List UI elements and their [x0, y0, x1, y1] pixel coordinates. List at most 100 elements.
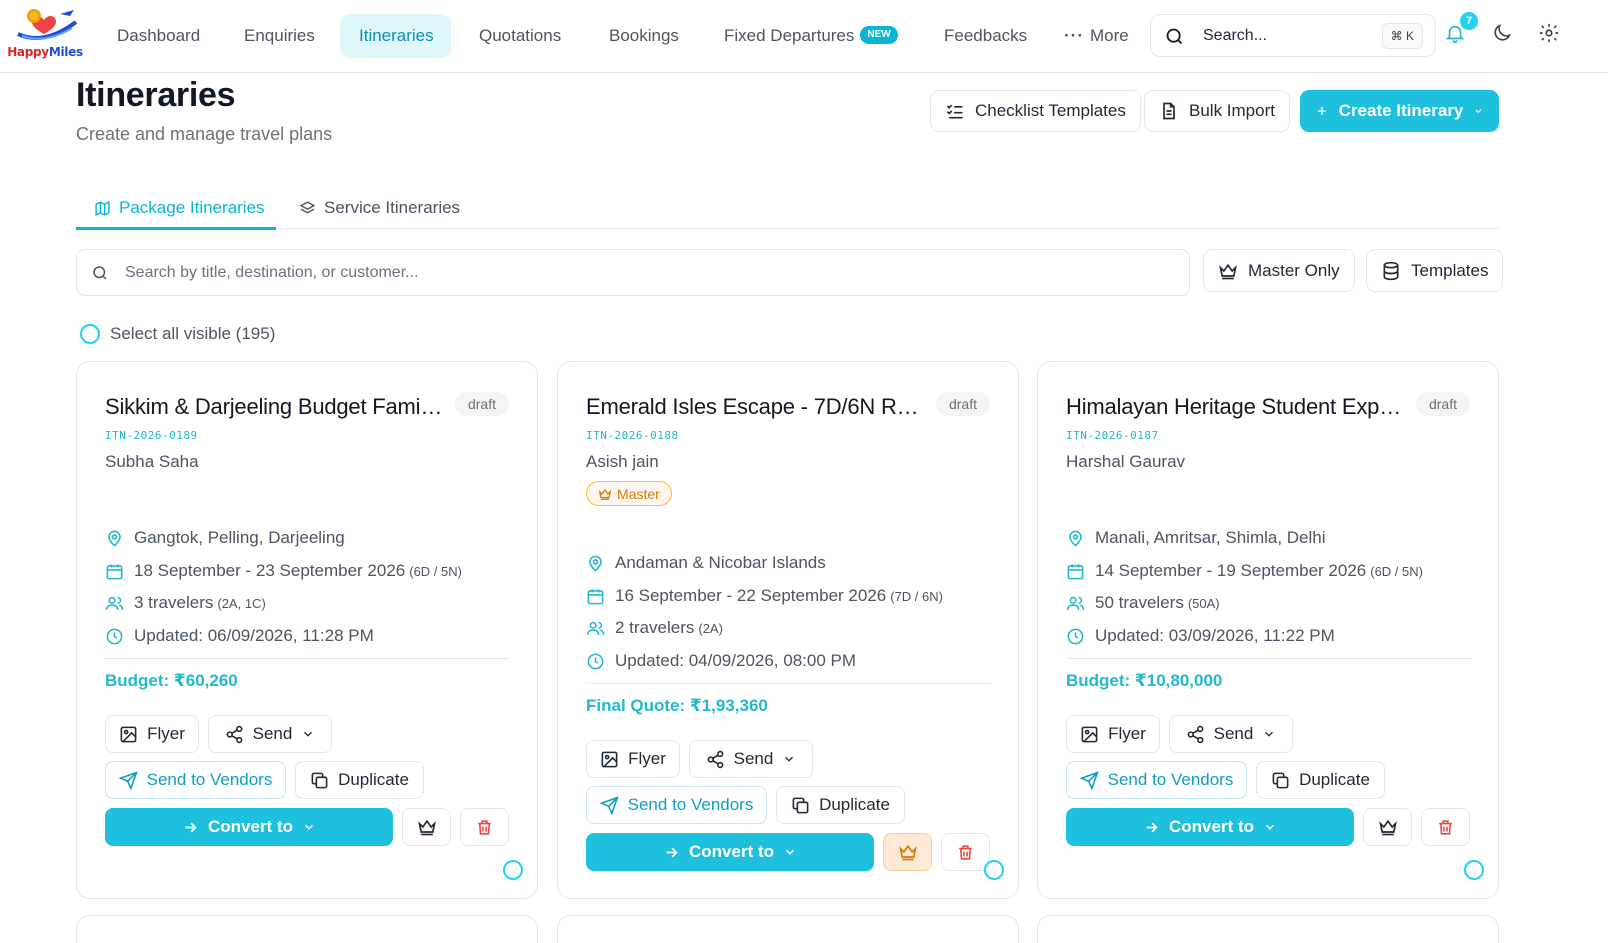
flyer-label: Flyer — [1108, 724, 1146, 743]
itinerary-card[interactable]: Himalayan Heritage Student Exped... draf… — [1037, 361, 1499, 899]
duplicate-label: Duplicate — [819, 795, 890, 814]
calendar-icon — [1067, 563, 1084, 579]
arrow-right-icon — [666, 847, 678, 857]
chevron-down-icon — [304, 731, 313, 737]
itinerary-search-input[interactable]: Search by title, destination, or custome… — [76, 249, 1190, 296]
map-pin-icon — [1069, 530, 1082, 547]
dates-text: 14 September - 19 September 2026 — [1095, 561, 1367, 580]
tab-package-itineraries[interactable]: Package Itineraries — [94, 188, 265, 228]
nav-itineraries[interactable]: Itineraries — [340, 14, 451, 58]
master-only-button[interactable]: Master Only — [1203, 249, 1355, 292]
select-all-checkbox[interactable]: Select all visible (195) — [80, 324, 275, 344]
image-icon — [1081, 726, 1098, 742]
file-icon — [1163, 102, 1175, 120]
settings-button[interactable] — [1538, 22, 1564, 48]
itinerary-title[interactable]: Himalayan Heritage Student Exped... — [1066, 394, 1406, 420]
mark-master-button[interactable] — [1363, 808, 1412, 846]
trash-icon — [1439, 819, 1452, 835]
convert-to-button[interactable]: Convert to — [1066, 808, 1354, 846]
search-icon — [93, 266, 107, 280]
map-pin-icon — [589, 555, 602, 572]
nav-more[interactable]: ··· More — [1045, 14, 1148, 58]
send-label: Send — [733, 749, 774, 768]
dates-row: 14 September - 19 September 2026 (6D / 5N… — [1066, 561, 1423, 581]
send-button[interactable]: Send — [1169, 715, 1293, 753]
flyer-button[interactable]: Flyer — [105, 715, 199, 753]
more-dots-icon: ··· — [1064, 26, 1084, 45]
nav-dashboard[interactable]: Dashboard — [98, 14, 219, 58]
send-to-vendors-label: Send to Vendors — [627, 795, 754, 814]
destinations-text: Andaman & Nicobar Islands — [615, 553, 826, 572]
users-icon — [586, 621, 605, 635]
nav-enquiries[interactable]: Enquiries — [225, 14, 334, 58]
itinerary-card[interactable]: Emerald Isles Escape - 7D/6N Relax... dr… — [557, 361, 1019, 899]
card-select-checkbox[interactable] — [984, 860, 1004, 880]
chevron-down-icon — [1475, 109, 1482, 114]
itinerary-title[interactable]: Emerald Isles Escape - 7D/6N Relax... — [586, 394, 926, 420]
dates-row: 16 September - 22 September 2026 (7D / 6N… — [586, 586, 943, 606]
duplicate-button[interactable]: Duplicate — [295, 761, 424, 799]
create-itinerary-button[interactable]: Create Itinerary — [1300, 90, 1499, 132]
send-to-vendors-button[interactable]: Send to Vendors — [1066, 761, 1247, 799]
send-button[interactable]: Send — [208, 715, 332, 753]
unmark-master-button[interactable] — [883, 833, 932, 871]
checklist-templates-button[interactable]: Checklist Templates — [930, 90, 1141, 132]
tab-service-itineraries[interactable]: Service Itineraries — [299, 188, 460, 228]
delete-button[interactable] — [1421, 808, 1470, 846]
delete-button[interactable] — [460, 808, 509, 846]
send-to-vendors-button[interactable]: Send to Vendors — [586, 786, 767, 824]
delete-button[interactable] — [941, 833, 990, 871]
card-select-checkbox[interactable] — [1464, 860, 1484, 880]
arrow-right-icon — [185, 822, 197, 832]
send-to-vendors-button[interactable]: Send to Vendors — [105, 761, 286, 799]
travelers-breakdown: (2A, 1C) — [217, 596, 266, 611]
chevron-down-icon — [786, 849, 794, 855]
copy-icon — [311, 772, 328, 788]
destinations-text: Manali, Amritsar, Shimla, Delhi — [1095, 528, 1326, 547]
travelers-row: 50 travelers (50A) — [1066, 593, 1220, 613]
customer-name: Harshal Gaurav — [1066, 452, 1186, 471]
card-select-checkbox[interactable] — [503, 860, 523, 880]
budget-amount: Budget: ₹10,80,000 — [1066, 671, 1223, 690]
flyer-button[interactable]: Flyer — [586, 740, 680, 778]
flyer-button[interactable]: Flyer — [1066, 715, 1160, 753]
chevron-down-icon — [1266, 824, 1274, 830]
travelers-row: 3 travelers (2A, 1C) — [105, 593, 266, 613]
convert-to-button[interactable]: Convert to — [586, 833, 874, 871]
clock-icon — [106, 628, 123, 644]
status-badge: draft — [935, 392, 990, 416]
destinations-row: Gangtok, Pelling, Darjeeling — [105, 528, 345, 548]
send-button[interactable]: Send — [689, 740, 813, 778]
notification-count-badge: 7 — [1460, 12, 1478, 30]
travelers-breakdown: (2A) — [698, 621, 723, 636]
nav-bookings[interactable]: Bookings — [590, 14, 698, 58]
global-search[interactable]: Search... ⌘ K — [1150, 14, 1436, 57]
final-quote-amount: Final Quote: ₹1,93,360 — [586, 696, 768, 715]
plus-icon — [1317, 107, 1326, 115]
customer-name: Subha Saha — [105, 452, 199, 471]
itinerary-card[interactable]: Sikkim & Darjeeling Budget Family ... dr… — [76, 361, 538, 899]
search-shortcut-hint: ⌘ K — [1381, 23, 1423, 49]
duplicate-button[interactable]: Duplicate — [1256, 761, 1385, 799]
theme-toggle-button[interactable] — [1491, 22, 1517, 48]
send-icon — [599, 795, 619, 815]
nav-feedbacks[interactable]: Feedbacks — [925, 14, 1046, 58]
nav-fixed-departures[interactable]: Fixed Departures NEW — [705, 14, 917, 58]
templates-button[interactable]: Templates — [1366, 249, 1504, 292]
bulk-import-button[interactable]: Bulk Import — [1144, 90, 1290, 132]
brand-logo[interactable]: HappyMiles — [4, 6, 86, 66]
nav-quotations[interactable]: Quotations — [460, 14, 580, 58]
create-itinerary-label: Create Itinerary — [1338, 101, 1464, 120]
new-badge: NEW — [860, 25, 898, 44]
layers-icon — [299, 200, 316, 214]
dates-row: 18 September - 23 September 2026 (6D / 5N… — [105, 561, 462, 581]
itinerary-title[interactable]: Sikkim & Darjeeling Budget Family ... — [105, 394, 445, 420]
mark-master-button[interactable] — [402, 808, 451, 846]
logo-text: HappyMiles — [4, 45, 86, 59]
nav-fixed-departures-label: Fixed Departures — [724, 26, 855, 45]
templates-label: Templates — [1411, 260, 1489, 280]
destinations-text: Gangtok, Pelling, Darjeeling — [134, 528, 345, 547]
convert-to-button[interactable]: Convert to — [105, 808, 393, 846]
duplicate-button[interactable]: Duplicate — [776, 786, 905, 824]
crown-icon — [598, 488, 612, 500]
